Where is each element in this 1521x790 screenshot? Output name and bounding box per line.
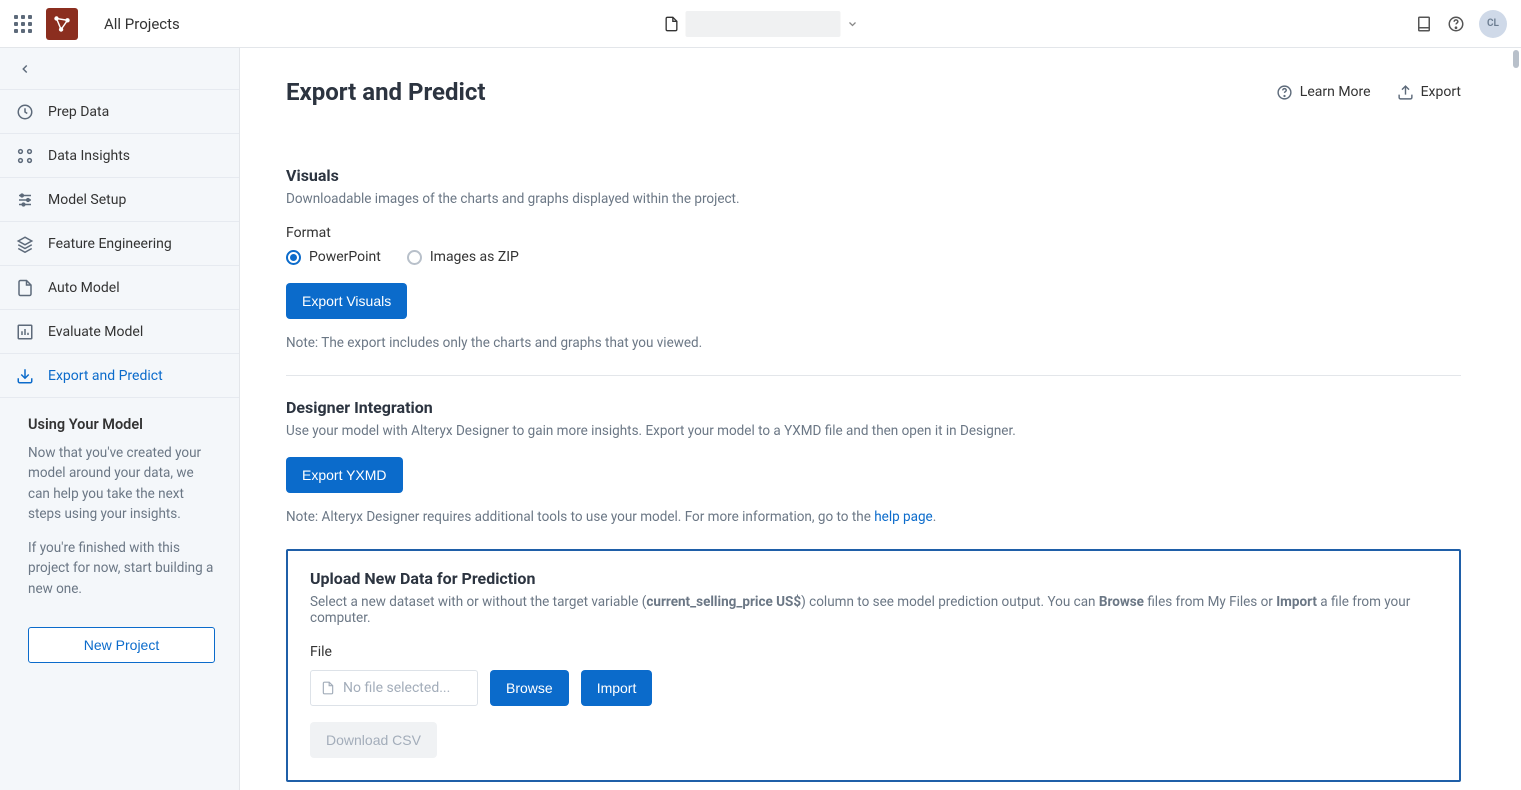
upload-section: Upload New Data for Prediction Select a … — [286, 549, 1461, 782]
learn-more-label: Learn More — [1300, 84, 1371, 100]
sidebar-item-auto-model[interactable]: Auto Model — [0, 266, 239, 310]
scrollbar[interactable] — [1513, 50, 1519, 68]
file-small-icon — [321, 680, 335, 696]
sidebar-label: Prep Data — [48, 104, 109, 120]
sidebar-item-data-insights[interactable]: Data Insights — [0, 134, 239, 178]
sidebar-desc-p2: If you're finished with this project for… — [28, 538, 215, 599]
browse-button[interactable]: Browse — [490, 670, 569, 706]
breadcrumb-all-projects[interactable]: All Projects — [104, 15, 180, 33]
topbar-left: All Projects — [14, 8, 180, 40]
project-name-placeholder — [685, 11, 840, 37]
apps-grid-icon[interactable] — [14, 15, 32, 33]
designer-note: Note: Alteryx Designer requires addition… — [286, 509, 1461, 525]
page-header: Export and Predict Learn More Export — [286, 78, 1461, 106]
sliders-icon — [16, 191, 34, 209]
visuals-note: Note: The export includes only the chart… — [286, 335, 1461, 351]
app-logo[interactable] — [46, 8, 78, 40]
new-project-button[interactable]: New Project — [28, 627, 215, 663]
export-label: Export — [1421, 84, 1461, 100]
file-input[interactable]: No file selected... — [310, 670, 478, 706]
upload-subtext: Select a new dataset with or without the… — [310, 594, 1437, 626]
import-button[interactable]: Import — [581, 670, 653, 706]
main-content: Export and Predict Learn More Export Vis… — [240, 48, 1521, 790]
clock-icon — [16, 103, 34, 121]
chevron-left-icon — [18, 62, 32, 76]
chart-icon — [16, 323, 34, 341]
sidebar-label: Evaluate Model — [48, 324, 143, 340]
designer-subtext: Use your model with Alteryx Designer to … — [286, 423, 1461, 439]
sidebar-item-feature-engineering[interactable]: Feature Engineering — [0, 222, 239, 266]
export-yxmd-button[interactable]: Export YXMD — [286, 457, 403, 493]
page-title: Export and Predict — [286, 78, 485, 106]
sidebar-desc-title: Using Your Model — [28, 416, 215, 433]
sidebar-item-evaluate-model[interactable]: Evaluate Model — [0, 310, 239, 354]
user-avatar[interactable]: CL — [1479, 10, 1507, 38]
back-button[interactable] — [0, 48, 239, 90]
help-icon[interactable] — [1447, 15, 1465, 33]
upload-icon — [1397, 84, 1414, 101]
sidebar-label: Model Setup — [48, 192, 126, 208]
layers-icon — [16, 235, 34, 253]
insights-icon — [16, 147, 34, 165]
visuals-section: Visuals Downloadable images of the chart… — [286, 166, 1461, 351]
sidebar-desc-p1: Now that you've created your model aroun… — [28, 443, 215, 524]
sidebar-item-model-setup[interactable]: Model Setup — [0, 178, 239, 222]
sidebar-label: Data Insights — [48, 148, 130, 164]
export-visuals-button[interactable]: Export Visuals — [286, 283, 407, 319]
topbar: All Projects CL — [0, 0, 1521, 48]
sidebar-label: Export and Predict — [48, 368, 163, 384]
file-placeholder: No file selected... — [343, 680, 450, 696]
radio-dot-checked-icon — [286, 250, 301, 265]
question-circle-icon — [1276, 84, 1293, 101]
sidebar-label: Feature Engineering — [48, 236, 172, 252]
visuals-heading: Visuals — [286, 166, 1461, 185]
format-label: Format — [286, 225, 1461, 241]
divider — [286, 375, 1461, 376]
sidebar-label: Auto Model — [48, 280, 120, 296]
sidebar-description: Using Your Model Now that you've created… — [0, 398, 239, 623]
designer-heading: Designer Integration — [286, 398, 1461, 417]
visuals-subtext: Downloadable images of the charts and gr… — [286, 191, 1461, 207]
sidebar-item-export-predict[interactable]: Export and Predict — [0, 354, 239, 398]
radio-images-zip[interactable]: Images as ZIP — [407, 249, 519, 265]
upload-heading: Upload New Data for Prediction — [310, 569, 1437, 588]
topbar-right: CL — [1415, 10, 1507, 38]
learn-more-link[interactable]: Learn More — [1276, 84, 1371, 101]
project-selector[interactable] — [663, 11, 858, 37]
chevron-down-icon[interactable] — [846, 18, 858, 30]
sidebar: Prep Data Data Insights Model Setup Feat… — [0, 48, 240, 790]
designer-section: Designer Integration Use your model with… — [286, 398, 1461, 525]
export-link[interactable]: Export — [1397, 84, 1461, 101]
sidebar-item-prep-data[interactable]: Prep Data — [0, 90, 239, 134]
download-csv-button: Download CSV — [310, 722, 437, 758]
help-page-link[interactable]: help page — [874, 509, 932, 525]
file-label: File — [310, 644, 1437, 660]
download-icon — [16, 367, 34, 385]
radio-ppt-label: PowerPoint — [309, 249, 381, 265]
book-icon[interactable] — [1415, 15, 1433, 33]
radio-zip-label: Images as ZIP — [430, 249, 519, 265]
radio-dot-icon — [407, 250, 422, 265]
document-icon — [663, 15, 679, 33]
file-icon — [16, 279, 34, 297]
radio-powerpoint[interactable]: PowerPoint — [286, 249, 381, 265]
